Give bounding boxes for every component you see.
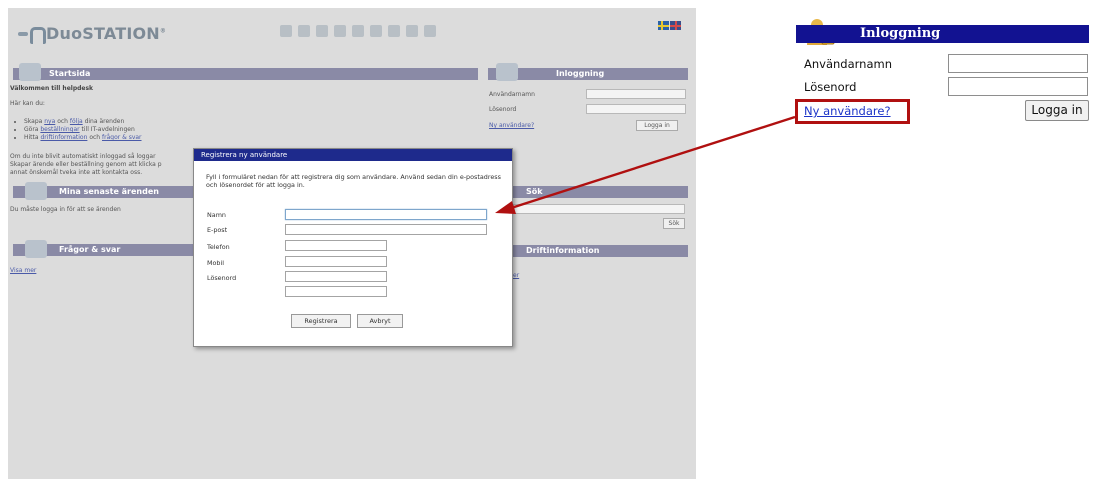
driftinfo-header: Driftinformation bbox=[513, 245, 688, 257]
orders-link[interactable]: beställningar bbox=[40, 126, 79, 133]
startsida-header: Startsida bbox=[13, 63, 478, 81]
password-small-input[interactable] bbox=[586, 104, 686, 114]
logo-trademark: ® bbox=[159, 27, 167, 35]
driftinfo-more-link[interactable]: er bbox=[513, 272, 519, 280]
cases-icon[interactable] bbox=[316, 25, 328, 37]
user-lock-icon bbox=[496, 63, 518, 81]
password-input[interactable] bbox=[948, 77, 1088, 96]
email-input[interactable] bbox=[285, 224, 487, 235]
user-icon[interactable] bbox=[424, 25, 436, 37]
login-small-title: Inloggning bbox=[556, 69, 605, 78]
username-small-label: Användarnamn bbox=[489, 91, 535, 98]
dialog-title: Registrera ny användare bbox=[194, 149, 512, 161]
faq-title: Frågor & svar bbox=[59, 245, 121, 254]
name-input[interactable] bbox=[285, 209, 487, 220]
toolbar bbox=[280, 25, 436, 37]
order-icon[interactable] bbox=[334, 25, 346, 37]
swedish-flag-icon[interactable] bbox=[658, 21, 669, 30]
english-flag-icon[interactable] bbox=[670, 21, 681, 30]
register-user-dialog: Registrera ny användare Fyll i formuläre… bbox=[193, 148, 513, 347]
name-label: Namn bbox=[207, 211, 226, 219]
password-small-label: Lösenord bbox=[489, 106, 517, 113]
folder-icon bbox=[25, 182, 47, 200]
search-title: Sök bbox=[526, 187, 543, 196]
login-small-button[interactable]: Logga in bbox=[636, 120, 678, 131]
recent-cases-title: Mina senaste ärenden bbox=[59, 187, 159, 196]
logo-text: DuoSTATION bbox=[46, 24, 160, 43]
list-item: Göra beställningar till IT-avdelningen bbox=[24, 126, 142, 134]
house-icon bbox=[19, 63, 41, 81]
question-icon bbox=[25, 240, 47, 258]
follow-case-link[interactable]: följa bbox=[70, 118, 83, 125]
driftinfo-link[interactable]: driftinformation bbox=[40, 134, 87, 141]
show-more-link[interactable]: Visa mer bbox=[10, 267, 36, 275]
username-input[interactable] bbox=[948, 54, 1088, 73]
mobile-input[interactable] bbox=[285, 256, 387, 267]
password-confirm-input[interactable] bbox=[285, 286, 387, 297]
here-you-can: Här kan du: bbox=[10, 100, 45, 107]
helpdesk-screenshot: DuoSTATION® Startsida Välkommen till hel… bbox=[8, 8, 696, 479]
recent-cases-note: Du måste logga in för att se ärenden bbox=[10, 206, 121, 213]
password-label: Lösenord bbox=[207, 274, 237, 282]
faq-icon[interactable] bbox=[370, 25, 382, 37]
search-input[interactable] bbox=[513, 204, 685, 214]
list-item: Skapa nya och följa dina ärenden bbox=[24, 118, 142, 126]
email-label: E-post bbox=[207, 226, 228, 234]
register-button[interactable]: Registrera bbox=[291, 314, 351, 328]
auto-login-text: Om du inte blivit automatiskt inloggad s… bbox=[10, 153, 162, 176]
mobile-label: Mobil bbox=[207, 259, 225, 267]
cancel-button[interactable]: Avbryt bbox=[357, 314, 403, 328]
username-small-input[interactable] bbox=[586, 89, 686, 99]
info-icon[interactable] bbox=[352, 25, 364, 37]
password-label: Lösenord bbox=[804, 80, 857, 94]
search-button[interactable]: Sök bbox=[663, 218, 685, 229]
dialog-intro: Fyll i formuläret nedan för att registre… bbox=[206, 173, 501, 189]
welcome-title: Välkommen till helpdesk bbox=[10, 85, 94, 92]
tools-icon[interactable] bbox=[388, 25, 400, 37]
faq-link[interactable]: frågor & svar bbox=[102, 134, 142, 141]
new-user-link[interactable]: Ny användare? bbox=[804, 104, 891, 118]
feature-list: Skapa nya och följa dina ärenden Göra be… bbox=[10, 118, 142, 142]
login-small-header: Inloggning bbox=[488, 63, 688, 81]
startsida-title: Startsida bbox=[49, 69, 91, 78]
search-header: Sök bbox=[513, 186, 688, 198]
logo: DuoSTATION® bbox=[18, 24, 167, 44]
username-label: Användarnamn bbox=[804, 57, 892, 71]
new-case-icon[interactable] bbox=[298, 25, 310, 37]
search-icon[interactable] bbox=[406, 25, 418, 37]
phone-label: Telefon bbox=[207, 243, 230, 251]
duostation-logo-icon bbox=[18, 26, 46, 44]
login-title: Inloggning bbox=[860, 26, 941, 41]
language-flags bbox=[658, 21, 681, 30]
list-item: Hitta driftinformation och frågor & svar bbox=[24, 134, 142, 142]
login-header: Inloggning bbox=[796, 25, 1089, 43]
login-button[interactable]: Logga in bbox=[1025, 100, 1089, 121]
driftinfo-title: Driftinformation bbox=[526, 246, 600, 255]
password-input[interactable] bbox=[285, 271, 387, 282]
home-icon[interactable] bbox=[280, 25, 292, 37]
new-case-link[interactable]: nya bbox=[44, 118, 55, 125]
new-user-small-link[interactable]: Ny användare? bbox=[489, 122, 534, 130]
phone-input[interactable] bbox=[285, 240, 387, 251]
